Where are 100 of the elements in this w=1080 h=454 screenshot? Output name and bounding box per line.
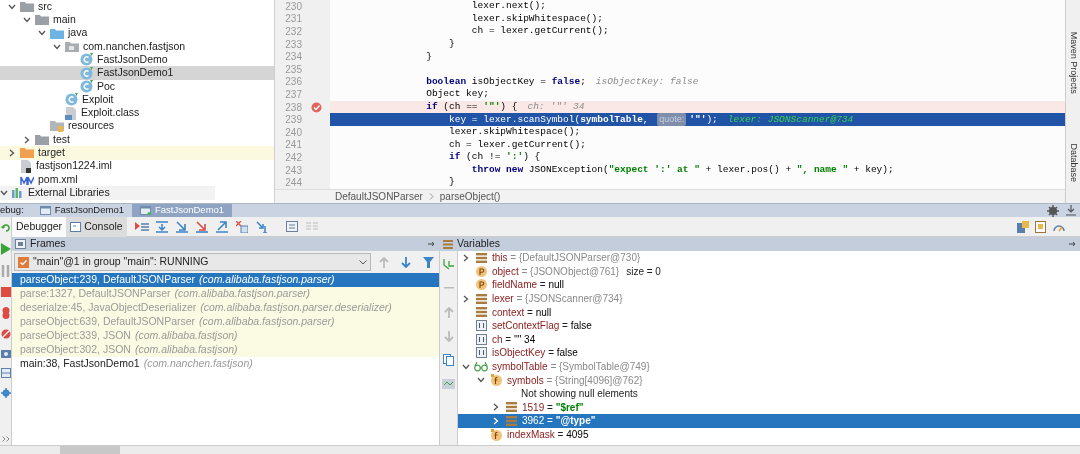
frame-package: (com.alibaba.fastjson) [134,342,238,358]
variable-row[interactable]: 3962 = "@type" [458,414,1080,428]
tree-item[interactable]: test [0,132,274,147]
maven-icon [20,174,34,185]
field-icon [489,428,503,441]
module-file-icon [20,159,32,173]
debug-label: ebug: [0,203,24,218]
line-number: 234 [284,50,302,65]
frames-icon [15,239,26,249]
copy-icon [443,354,454,366]
frame-method: parse:1327, DefaultJSONParser [20,286,171,302]
class-icon [80,66,93,80]
variable-text: ch = '"' 34 [492,332,536,347]
code-text: Object key; [425,87,489,102]
variable-text: symbolTable = {SymbolTable@749} [492,360,650,375]
frame-method: parseObject:239, DefaultJSONParser [20,272,196,288]
frame-method: deserialze:45, JavaObjectDeserializer [20,300,197,316]
tree-label: target [38,145,65,161]
window-icon [139,206,151,215]
line-number: 242 [284,150,302,165]
thread-dropdown[interactable]: "main"@1 in group "main": RUNNING [14,253,371,271]
variable-row[interactable]: context = null [458,305,1080,319]
tree-item[interactable]: target [0,146,274,160]
run-to-cursor-icon [255,220,268,233]
debugger-tab[interactable]: Console [66,216,127,237]
tree-item[interactable]: resources [0,119,274,133]
code-text: if (ch == '"') { [425,99,518,114]
tree-label: FastJsonDemo [97,52,168,67]
code-text: '"'); [689,112,718,127]
tree-item[interactable]: fastjson1224.iml [0,159,274,173]
frame-package: (com.alibaba.fastjson.parser) [199,314,335,330]
step-into-icon [175,220,188,233]
tree-item[interactable]: Exploit.class [0,106,274,120]
code-text: } [448,36,455,51]
folder-icon [35,14,49,26]
stop-icon [0,287,11,297]
class-icon [80,53,93,67]
variable-row[interactable]: object = {JSONObject@761} size = 0 [458,264,1080,279]
layout-icon [1017,220,1029,233]
variable-row[interactable]: 1519 = "$ref" [458,400,1080,415]
list-icon [475,252,487,263]
tree-item[interactable]: com.nanchen.fastjson [0,39,274,54]
step-out-icon [215,220,228,233]
variable-row[interactable]: isObjectKey = false [458,346,1080,360]
tree-item[interactable]: Poc [0,79,274,94]
code-text: } [425,49,432,64]
debugger-tab[interactable]: Debugger [12,216,67,237]
size-text: size = 0 [626,264,661,279]
arrow-up-icon [443,306,454,318]
list-icon [475,293,487,304]
variable-row[interactable]: symbols = {String[4096]@762} [458,373,1080,387]
frame-method: parseObject:339, JSON [20,328,131,344]
variable-row[interactable]: lexer = {JSONScanner@734} [458,291,1080,306]
variable-text: 1519 = "$ref" [522,400,584,415]
package-icon [65,41,79,53]
folder-icon [50,27,64,39]
frame-package: (com.alibaba.fastjson.parser) [174,286,310,302]
arrow-down-icon [401,256,411,268]
breadcrumb[interactable]: parseObject() [439,189,501,204]
parameter-icon [475,265,487,277]
tree-item[interactable]: Exploit [0,93,274,107]
side-tab[interactable]: Database [1066,143,1080,183]
drop-frame-icon [235,220,248,233]
variable-row[interactable]: indexMask = 4095 [458,427,1080,442]
code-text: lexer.next(); [470,0,546,14]
tree-label: resources [68,118,115,134]
tree-item[interactable]: FastJsonDemo1 [0,66,274,80]
frame-row[interactable]: parseObject:239, DefaultJSONParser (com.alibaba.fastjson.parser) [12,273,439,287]
tree-item[interactable]: java [0,26,274,40]
variable-text: isObjectKey = false [492,346,578,361]
list-icon [475,307,487,318]
tree-item[interactable]: pom.xml [0,172,274,187]
tree-item[interactable]: src [0,0,274,14]
step-into-icon [195,220,208,233]
tree-label: main [53,12,76,28]
variable-text: context = null [492,305,552,320]
code-text: ch = lexer.getCurrent(); [470,24,609,39]
window-icon [39,206,51,215]
tree-item[interactable]: main [0,13,274,27]
line-number: 244 [284,176,302,189]
filter-icon [422,256,434,268]
variable-text: lexer = {JSONScanner@734} [492,292,623,307]
variable-text: setContextFlag = false [492,319,592,334]
breadcrumb[interactable]: DefaultJSONParser [335,189,423,204]
variable-row[interactable]: symbolTable = {SymbolTable@749} [458,359,1080,374]
line-number: 240 [284,125,302,140]
variable-row[interactable]: setContextFlag = false [458,318,1080,333]
variable-row[interactable]: ch = '"' 34 [458,332,1080,347]
line-number: 232 [284,25,302,39]
line-number: 243 [284,163,302,178]
list-icon [505,402,517,413]
execution-point-icon [134,220,149,233]
side-tab[interactable]: Maven Projects [1066,32,1080,94]
panel-title: Frames [30,236,66,252]
debug-tab[interactable]: FastJsonDemo1 [31,203,132,218]
variable-row[interactable]: fieldName = null [458,278,1080,292]
variable-text: this = {DefaultJSONParser@730} [492,251,641,266]
variable-row[interactable]: this = {DefaultJSONParser@730} [458,251,1080,265]
frame-row[interactable]: main:38, FastJsonDemo1 (com.nanchen.fastjson) [12,357,439,371]
tree-item[interactable]: FastJsonDemo [0,53,274,67]
